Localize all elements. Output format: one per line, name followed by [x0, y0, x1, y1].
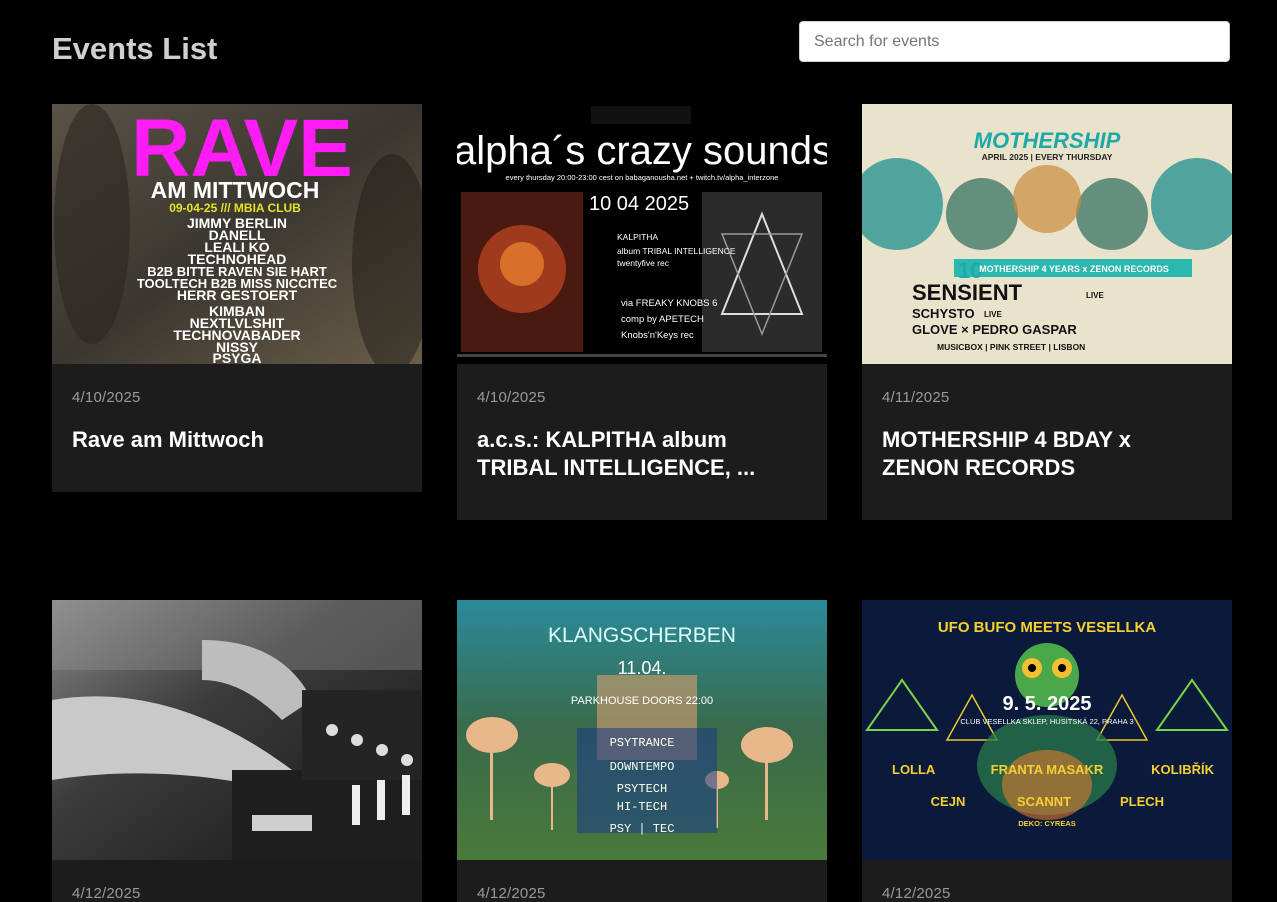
poster-info-line: album TRIBAL INTELLIGENCE	[617, 246, 736, 256]
poster-genre: PSYTECH	[617, 782, 667, 796]
poster-date: 11.04.	[618, 658, 667, 678]
event-poster-image[interactable]: alpha´s crazy sounds every thursday 20:0…	[457, 104, 827, 364]
poster-tagline: every thursday 20:00-23:00 cest on babag…	[506, 173, 779, 182]
poster-act: SENSIENT	[912, 280, 1023, 305]
poster-venue: MUSICBOX | PINK STREET | LISBON	[937, 342, 1085, 352]
poster-act-tag: LIVE	[984, 310, 1002, 319]
page-title: Events List	[52, 31, 218, 66]
poster-act: SCHYSTO	[912, 306, 975, 321]
poster-deco: DEKO: CYREAS	[1018, 819, 1076, 828]
event-date: 4/12/2025	[477, 885, 546, 902]
poster-act: KOLIBŘÍK	[1151, 762, 1214, 777]
poster-subhead: APRIL 2025 | EVERY THURSDAY	[982, 152, 1113, 162]
poster-info-line: twentyfive rec	[617, 258, 670, 268]
poster-info-line: via FREAKY KNOBS 6	[621, 298, 717, 309]
event-poster-image[interactable]	[52, 600, 422, 860]
search-input[interactable]	[799, 21, 1230, 62]
poster-info-line: Knobs'n'Keys rec	[621, 330, 694, 341]
event-card[interactable]: KLANGSCHERBEN 11.04. PARKHOUSE DOORS 22:…	[457, 600, 827, 902]
event-poster-image[interactable]: MOTHERSHIP APRIL 2025 | EVERY THURSDAY 1…	[862, 104, 1232, 364]
event-card[interactable]: 4/12/2025	[52, 600, 422, 902]
event-poster-image[interactable]: UFO BUFO MEETS VESELLKA 9. 5. 2025 CLUB …	[862, 600, 1232, 860]
event-title[interactable]: Rave am Mittwoch	[72, 426, 402, 454]
event-date: 4/12/2025	[882, 885, 951, 902]
event-date: 4/10/2025	[72, 389, 141, 406]
poster-headline: UFO BUFO MEETS VESELLKA	[938, 619, 1157, 636]
poster-banner: MOTHERSHIP 4 YEARS x ZENON RECORDS	[979, 264, 1169, 274]
poster-genre: HI-TECH	[617, 800, 667, 814]
poster-genre: PSYTRANCE	[610, 736, 675, 750]
poster-act: LOLLA	[892, 762, 936, 777]
poster-info-line: KALPITHA	[617, 232, 658, 242]
poster-headline: KLANGSCHERBEN	[548, 624, 736, 647]
poster-info-line: comp by APETECH	[621, 314, 704, 325]
poster-lineup-item: PSYGA	[212, 350, 261, 364]
event-card[interactable]: RAVE AM MITTWOCH 09-04-25 /// MBIA CLUB …	[52, 104, 422, 492]
poster-genre: PSY | TEC	[610, 822, 675, 836]
event-date: 4/11/2025	[882, 389, 950, 406]
event-title[interactable]: a.c.s.: KALPITHA album TRIBAL INTELLIGEN…	[477, 426, 807, 482]
poster-date: 9. 5. 2025	[1003, 693, 1092, 715]
poster-venue: PARKHOUSE DOORS 22:00	[571, 695, 713, 707]
poster-dateline: 09-04-25 /// MBIA CLUB	[169, 201, 301, 215]
event-poster-image[interactable]: RAVE AM MITTWOCH 09-04-25 /// MBIA CLUB …	[52, 104, 422, 364]
poster-subhead: AM MITTWOCH	[151, 177, 320, 203]
event-date: 4/10/2025	[477, 389, 546, 406]
poster-date: 10 04 2025	[589, 193, 689, 215]
event-card[interactable]: UFO BUFO MEETS VESELLKA 9. 5. 2025 CLUB …	[862, 600, 1232, 902]
event-card[interactable]: MOTHERSHIP APRIL 2025 | EVERY THURSDAY 1…	[862, 104, 1232, 520]
poster-act: CEJN	[931, 794, 966, 809]
event-card[interactable]: alpha´s crazy sounds every thursday 20:0…	[457, 104, 827, 520]
poster-act: GLOVE × PEDRO GASPAR	[912, 322, 1077, 337]
event-date: 4/12/2025	[72, 885, 141, 902]
poster-act-tag: LIVE	[1086, 291, 1104, 300]
poster-venue: CLUB VESELLKA SKLEP, HUSITSKÁ 22, PRAHA …	[960, 717, 1133, 726]
event-title[interactable]: MOTHERSHIP 4 BDAY x ZENON RECORDS	[882, 426, 1212, 482]
poster-headline: MOTHERSHIP	[974, 128, 1121, 153]
poster-act: PLECH	[1120, 794, 1164, 809]
poster-act: SCANNT	[1017, 794, 1071, 809]
poster-act: FRANTA MASAKR	[991, 762, 1104, 777]
poster-headline: alpha´s crazy sounds	[457, 129, 827, 173]
poster-genre: DOWNTEMPO	[610, 760, 675, 774]
poster-lineup-item: HERR GESTOERT	[177, 287, 298, 303]
event-poster-image[interactable]: KLANGSCHERBEN 11.04. PARKHOUSE DOORS 22:…	[457, 600, 827, 860]
